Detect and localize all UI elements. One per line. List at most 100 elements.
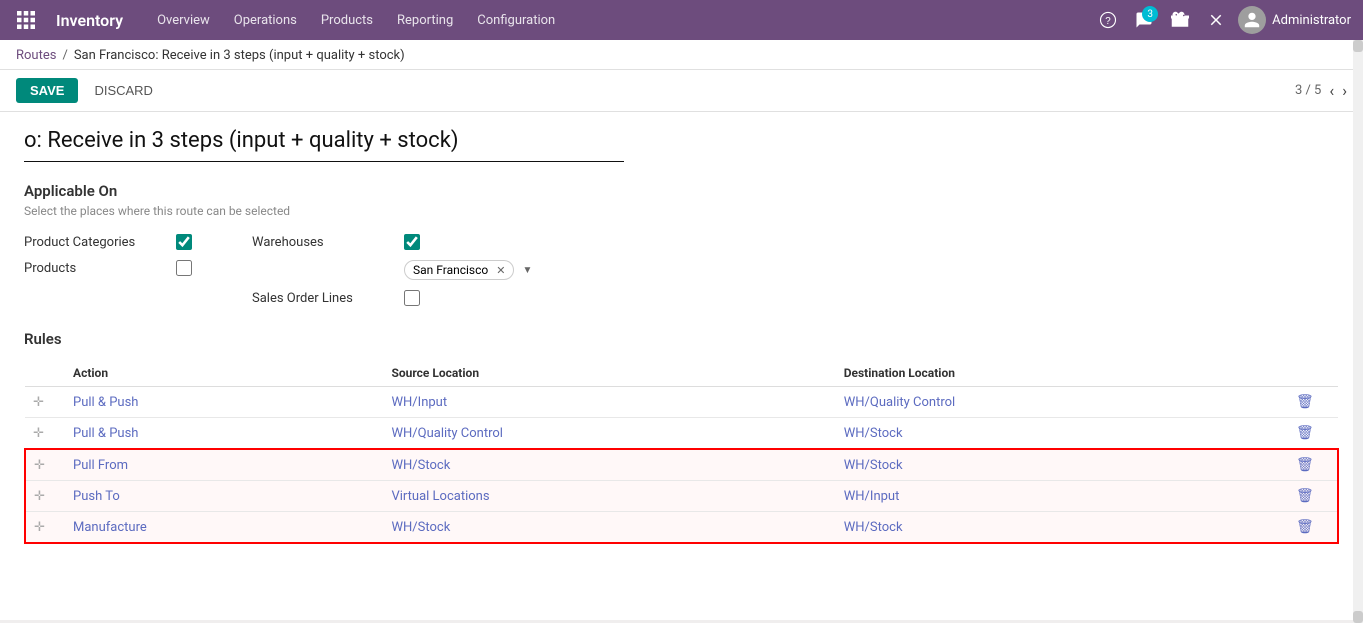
destination-cell: WH/Quality Control: [836, 387, 1288, 418]
source-cell: WH/Quality Control: [383, 418, 835, 450]
rules-table-header: Action Source Location Destination Locat…: [25, 360, 1338, 387]
drag-handle-cell: ✛: [25, 449, 65, 481]
delete-icon[interactable]: 🗑: [1296, 488, 1314, 504]
applicable-on-label: Applicable On: [24, 182, 1339, 200]
rules-header-row: Action Source Location Destination Locat…: [25, 360, 1338, 387]
warehouse-dropdown-arrow[interactable]: ▼: [522, 265, 532, 276]
user-name: Administrator: [1272, 13, 1351, 28]
delete-cell: 🗑: [1288, 449, 1338, 481]
breadcrumb-link[interactable]: Routes: [16, 48, 56, 63]
destination-link[interactable]: WH/Stock: [844, 426, 903, 441]
nav-products[interactable]: Products: [311, 9, 383, 32]
warehouse-tag-text: San Francisco: [413, 263, 488, 277]
user-menu[interactable]: Administrator: [1238, 6, 1351, 34]
delete-icon[interactable]: 🗑: [1296, 519, 1314, 535]
scrollbar-thumb-bottom[interactable]: [1353, 611, 1363, 623]
source-cell: Virtual Locations: [383, 481, 835, 512]
source-link[interactable]: WH/Stock: [391, 458, 450, 473]
table-row: ✛ Pull & Push WH/Quality Control WH/Stoc…: [25, 418, 1338, 450]
delete-icon[interactable]: 🗑: [1296, 394, 1314, 410]
action-buttons: SAVE DISCARD: [16, 78, 161, 103]
table-row: ✛ Manufacture WH/Stock WH/Stock 🗑: [25, 512, 1338, 544]
drag-handle-icon[interactable]: ✛: [34, 520, 45, 535]
form-col-right: Warehouses San Francisco ✕ ▼ Sales Order…: [252, 234, 532, 306]
drag-handle-cell: ✛: [25, 481, 65, 512]
warehouses-label: Warehouses: [252, 235, 392, 250]
action-col-header: Action: [65, 360, 383, 387]
prev-record-arrow[interactable]: ‹: [1329, 81, 1334, 100]
topbar: Inventory Overview Operations Products R…: [0, 0, 1363, 40]
source-link[interactable]: WH/Quality Control: [391, 426, 502, 441]
source-cell: WH/Input: [383, 387, 835, 418]
products-row: Products: [24, 260, 192, 276]
drag-handle-cell: ✛: [25, 387, 65, 418]
sales-order-lines-row: Sales Order Lines: [252, 290, 532, 306]
main-content: o: Receive in 3 steps (input + quality +…: [0, 112, 1363, 620]
rules-table-body: ✛ Pull & Push WH/Input WH/Quality Contro…: [25, 387, 1338, 544]
source-link[interactable]: WH/Input: [391, 395, 447, 410]
nav-reporting[interactable]: Reporting: [387, 9, 463, 32]
save-button[interactable]: SAVE: [16, 78, 78, 103]
destination-link[interactable]: WH/Stock: [844, 520, 903, 535]
action-link[interactable]: Pull & Push: [73, 395, 138, 410]
destination-link[interactable]: WH/Input: [844, 489, 900, 504]
source-cell: WH/Stock: [383, 512, 835, 544]
action-cell: Pull & Push: [65, 418, 383, 450]
nav-overview[interactable]: Overview: [147, 9, 220, 32]
next-record-arrow[interactable]: ›: [1342, 81, 1347, 100]
rules-title: Rules: [24, 330, 1339, 348]
delete-col-header: [1288, 360, 1338, 387]
top-nav: Overview Operations Products Reporting C…: [147, 9, 1078, 32]
product-categories-checkbox[interactable]: [176, 234, 192, 250]
action-bar: SAVE DISCARD 3 / 5 ‹ ›: [0, 70, 1363, 112]
warehouse-tag-row: San Francisco ✕ ▼: [252, 260, 532, 280]
table-row: ✛ Pull & Push WH/Input WH/Quality Contro…: [25, 387, 1338, 418]
tag-remove-icon[interactable]: ✕: [496, 264, 505, 277]
action-cell: Pull & Push: [65, 387, 383, 418]
nav-configuration[interactable]: Configuration: [467, 9, 565, 32]
source-cell: WH/Stock: [383, 449, 835, 481]
source-link[interactable]: WH/Stock: [391, 520, 450, 535]
drag-col-header: [25, 360, 65, 387]
delete-cell: 🗑: [1288, 481, 1338, 512]
applicable-on-sublabel: Select the places where this route can b…: [24, 204, 1339, 218]
table-row: ✛ Push To Virtual Locations WH/Input 🗑: [25, 481, 1338, 512]
discard-button[interactable]: DISCARD: [86, 78, 161, 103]
delete-cell: 🗑: [1288, 512, 1338, 544]
messages-icon[interactable]: 3: [1130, 6, 1158, 34]
action-cell: Manufacture: [65, 512, 383, 544]
san-francisco-tag[interactable]: San Francisco ✕: [404, 260, 514, 280]
action-link[interactable]: Pull & Push: [73, 426, 138, 441]
destination-cell: WH/Stock: [836, 512, 1288, 544]
breadcrumb-current: San Francisco: Receive in 3 steps (input…: [74, 48, 405, 63]
warehouses-checkbox[interactable]: [404, 234, 420, 250]
delete-cell: 🗑: [1288, 418, 1338, 450]
drag-handle-icon[interactable]: ✛: [34, 458, 45, 473]
drag-handle-icon[interactable]: ✛: [34, 489, 45, 504]
nav-operations[interactable]: Operations: [224, 9, 307, 32]
form-title: o: Receive in 3 steps (input + quality +…: [24, 128, 624, 162]
action-link[interactable]: Push To: [73, 489, 120, 504]
action-link[interactable]: Pull From: [73, 458, 128, 473]
destination-link[interactable]: WH/Quality Control: [844, 395, 955, 410]
user-avatar: [1238, 6, 1266, 34]
scrollbar-thumb-top[interactable]: [1353, 40, 1363, 52]
help-icon[interactable]: ?: [1094, 6, 1122, 34]
action-link[interactable]: Manufacture: [73, 520, 147, 535]
drag-handle-icon[interactable]: ✛: [33, 395, 44, 410]
app-brand: Inventory: [56, 11, 123, 30]
drag-handle-icon[interactable]: ✛: [33, 426, 44, 441]
topbar-icons: ? 3 Administrator: [1094, 6, 1351, 34]
grid-menu-icon[interactable]: [12, 6, 40, 34]
drag-handle-cell: ✛: [25, 418, 65, 450]
source-link[interactable]: Virtual Locations: [391, 489, 489, 504]
sales-order-lines-checkbox[interactable]: [404, 290, 420, 306]
delete-icon[interactable]: 🗑: [1296, 457, 1314, 473]
close-icon[interactable]: [1202, 6, 1230, 34]
warehouse-tag-input[interactable]: San Francisco ✕ ▼: [404, 260, 532, 280]
gift-icon[interactable]: [1166, 6, 1194, 34]
message-badge: 3: [1142, 6, 1158, 22]
delete-icon[interactable]: 🗑: [1296, 425, 1314, 441]
products-checkbox[interactable]: [176, 260, 192, 276]
destination-link[interactable]: WH/Stock: [844, 458, 903, 473]
